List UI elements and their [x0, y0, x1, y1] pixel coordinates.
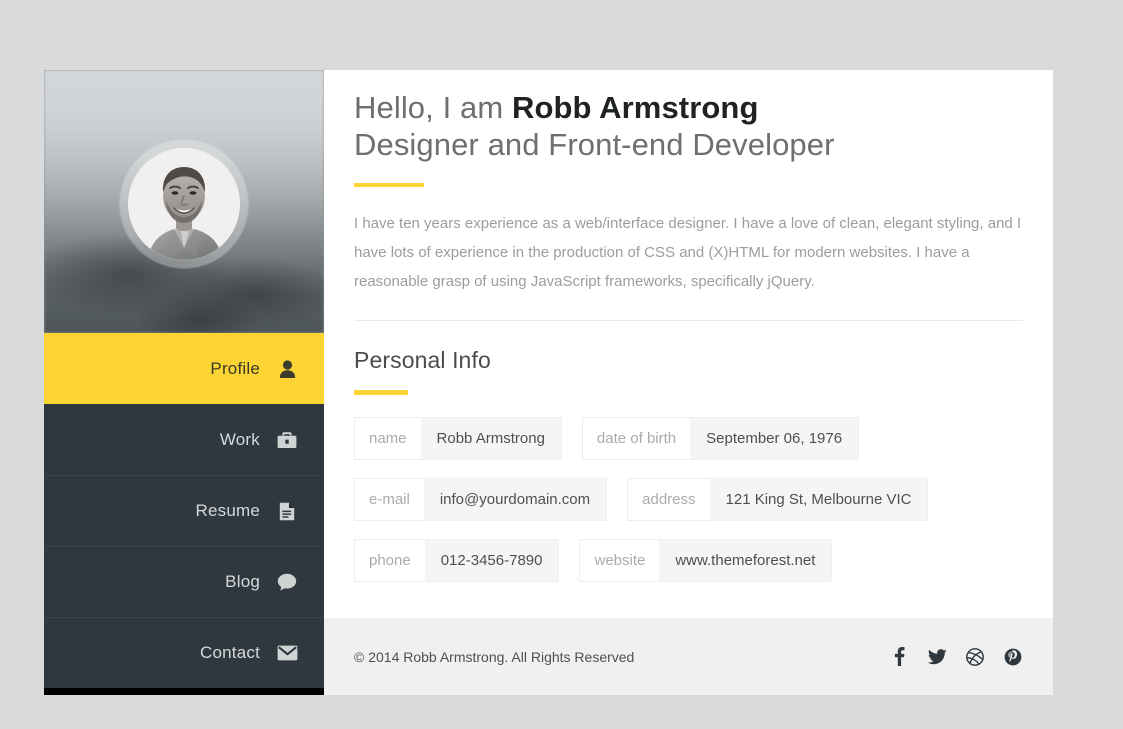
content-body: Hello, I am Robb Armstrong Designer and … [324, 70, 1053, 618]
title-accent-bar [354, 183, 424, 188]
sidebar: Profile Work Resume Blog Contact [44, 70, 324, 695]
sidebar-item-contact[interactable]: Contact [44, 617, 324, 688]
bio-text: I have ten years experience as a web/int… [354, 215, 1022, 291]
field-label: phone [354, 539, 425, 583]
sidebar-nav: Profile Work Resume Blog Contact [44, 333, 324, 688]
field-value: 012-3456-7890 [424, 539, 560, 583]
field-value: info@yourdomain.com [423, 478, 608, 522]
briefcase-icon [274, 431, 300, 449]
field-value: Robb Armstrong [420, 417, 562, 461]
sidebar-bottom-bar [44, 688, 324, 695]
info-row: e-mail info@yourdomain.com address 121 K… [354, 478, 1023, 522]
field-date-of-birth[interactable]: date of birth September 06, 1976 [581, 417, 860, 461]
sidebar-item-work[interactable]: Work [44, 404, 324, 475]
field-value: 121 King St, Melbourne VIC [709, 478, 929, 522]
avatar-panel [44, 70, 324, 333]
field-label: website [579, 539, 660, 583]
info-row: phone 012-3456-7890 website www.themefor… [354, 539, 1023, 583]
facebook-icon[interactable] [889, 647, 909, 667]
avatar [128, 148, 240, 260]
resume-card: Profile Work Resume Blog Contact Hello, … [44, 70, 1053, 695]
sidebar-item-label: Contact [200, 643, 260, 662]
field-label: address [627, 478, 710, 522]
footer: © 2014 Robb Armstrong. All Rights Reserv… [324, 618, 1053, 695]
page-root: Profile Work Resume Blog Contact Hello, … [0, 0, 1123, 729]
page-title: Hello, I am Robb Armstrong Designer and … [354, 90, 1023, 163]
intro-subtitle: Designer and Front-end Developer [354, 126, 835, 162]
sidebar-item-profile[interactable]: Profile [44, 333, 324, 404]
content-area: Hello, I am Robb Armstrong Designer and … [324, 70, 1053, 695]
social-links [889, 647, 1023, 667]
twitter-icon[interactable] [927, 647, 947, 667]
sidebar-item-resume[interactable]: Resume [44, 475, 324, 546]
field-label: name [354, 417, 421, 461]
sidebar-item-label: Profile [210, 358, 260, 378]
field-email[interactable]: e-mail info@yourdomain.com [354, 478, 608, 522]
field-value: www.themeforest.net [659, 539, 833, 583]
field-label: date of birth [581, 417, 691, 461]
field-address[interactable]: address 121 King St, Melbourne VIC [627, 478, 929, 522]
dribbble-icon[interactable] [965, 647, 985, 667]
field-phone[interactable]: phone 012-3456-7890 [354, 539, 560, 583]
field-value: September 06, 1976 [690, 417, 860, 461]
field-label: e-mail [354, 478, 424, 522]
personal-info-title: Personal Info [354, 347, 491, 374]
info-row: name Robb Armstrong date of birth Septem… [354, 417, 1023, 461]
document-icon [274, 502, 300, 521]
sidebar-item-label: Work [219, 429, 260, 449]
personal-info-fields: name Robb Armstrong date of birth Septem… [354, 417, 1023, 583]
field-name[interactable]: name Robb Armstrong [354, 417, 562, 461]
pinterest-icon[interactable] [1003, 647, 1023, 667]
intro-greeting: Hello, I am [354, 90, 512, 125]
personal-info-accent-bar [354, 390, 408, 396]
user-icon [274, 359, 300, 378]
sidebar-item-label: Blog [225, 572, 260, 591]
intro-name: Robb Armstrong [511, 90, 759, 125]
sidebar-item-label: Resume [195, 501, 260, 520]
sidebar-item-blog[interactable]: Blog [44, 546, 324, 617]
field-website[interactable]: website www.themeforest.net [579, 539, 833, 583]
speech-bubble-icon [274, 573, 300, 591]
envelope-icon [274, 645, 300, 661]
copyright-text: © 2014 Robb Armstrong. All Rights Reserv… [354, 648, 635, 665]
section-divider [354, 320, 1023, 322]
